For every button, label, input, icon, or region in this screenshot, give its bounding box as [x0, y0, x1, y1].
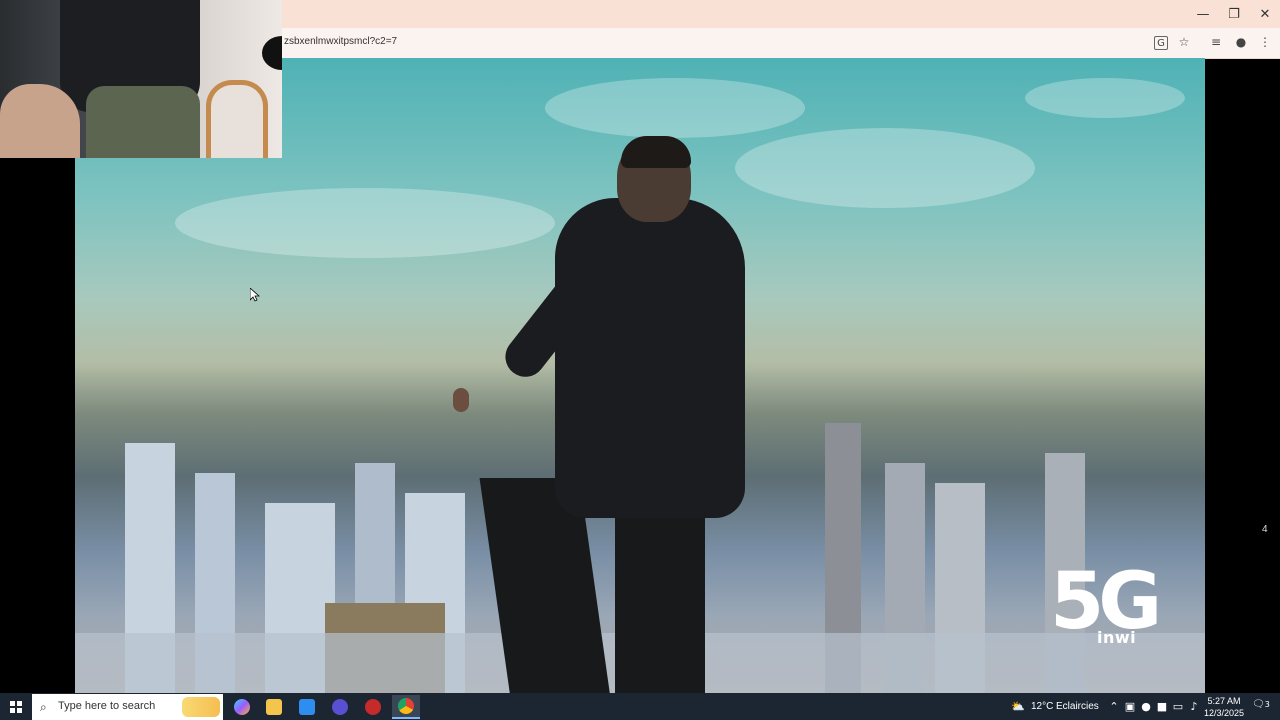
store-icon[interactable] [293, 695, 321, 719]
clock-date: 12/3/2025 [1203, 708, 1245, 718]
volume-icon[interactable]: ♪ [1187, 699, 1201, 713]
profile-icon[interactable]: ● [1233, 34, 1249, 50]
notification-icon[interactable]: 🗨3 [1252, 699, 1272, 715]
windows-icon [10, 700, 22, 713]
inwi-logo: inwi [1097, 628, 1137, 647]
webcam-overlay [0, 0, 282, 158]
weather-icon[interactable]: ⛅ [1010, 699, 1026, 713]
microphone-icon[interactable]: ● [1139, 699, 1153, 713]
meet-icon[interactable]: ▣ [1123, 699, 1137, 713]
file-explorer-icon[interactable] [260, 695, 288, 719]
close-button[interactable]: ✕ [1250, 0, 1280, 28]
start-button[interactable] [0, 693, 32, 720]
maximize-button[interactable]: ❐ [1219, 0, 1249, 28]
translate-icon[interactable]: G [1154, 36, 1168, 50]
cloud [175, 188, 555, 258]
taskbar-clock[interactable]: 5:27 AM 12/3/2025 [1202, 695, 1246, 719]
chevron-up-icon[interactable]: ⌃ [1107, 699, 1121, 713]
side-counter: 4 [1262, 524, 1268, 535]
network-icon[interactable]: ▭ [1171, 699, 1185, 713]
copilot-app-icon[interactable] [228, 695, 256, 719]
cloud [735, 128, 1035, 208]
weather-condition[interactable]: Eclaircies [1056, 693, 1099, 720]
clock-time: 5:27 AM [1207, 696, 1241, 706]
reading-list-icon[interactable]: ≡ [1208, 34, 1224, 50]
weather-temp[interactable]: 12°C [1031, 693, 1053, 720]
notification-count: 3 [1264, 700, 1270, 709]
search-icon: ⌕ [40, 700, 47, 714]
game-app-icon[interactable] [359, 695, 387, 719]
search-placeholder: Type here to search [58, 700, 156, 712]
edge-dev-icon[interactable] [326, 695, 354, 719]
chrome-icon[interactable] [392, 695, 420, 719]
cloud [545, 78, 805, 138]
minimize-button[interactable]: — [1188, 0, 1218, 28]
search-highlight-icon [182, 697, 220, 717]
cloud [1025, 78, 1185, 118]
taskbar-search[interactable]: ⌕ Type here to search [32, 694, 223, 720]
star-icon[interactable]: ☆ [1176, 34, 1192, 50]
camera-icon[interactable]: ■ [1155, 699, 1169, 713]
menu-icon[interactable]: ⋮ [1257, 34, 1273, 50]
url-text[interactable]: zsbxenlmwxitpsmcl?c2=7 [284, 32, 397, 52]
